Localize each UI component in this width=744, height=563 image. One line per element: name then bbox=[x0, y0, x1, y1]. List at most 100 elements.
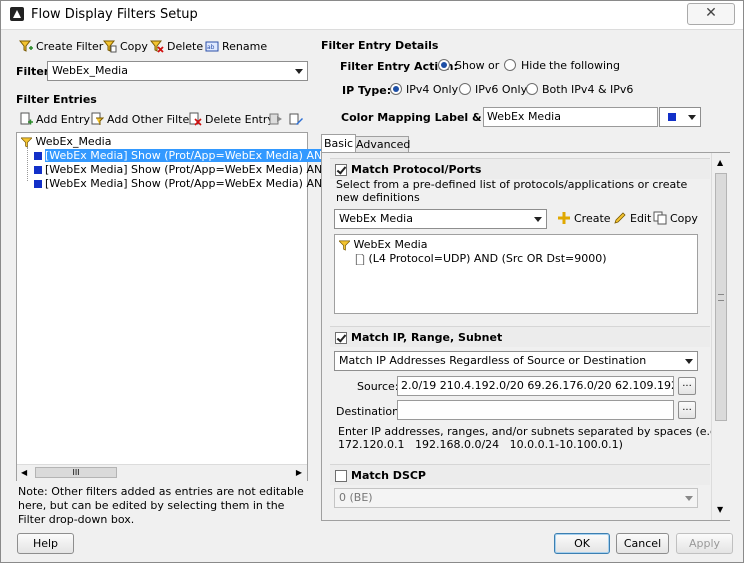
scroll-thumb[interactable]: III bbox=[35, 467, 117, 478]
protocol-tree-child[interactable]: (L4 Protocol=UDP) AND (Src OR Dst=9000) bbox=[355, 252, 607, 265]
edit-protocol-button[interactable]: Edit bbox=[613, 211, 651, 225]
add-entry-icon bbox=[20, 112, 33, 125]
delete-entry-button[interactable]: Delete Entry bbox=[188, 112, 274, 126]
funnel-delete-icon bbox=[150, 40, 164, 53]
color-swatch bbox=[34, 180, 42, 188]
match-ip-checkbox[interactable] bbox=[335, 331, 347, 344]
delete-filter-button[interactable]: Delete bbox=[150, 39, 203, 53]
help-button[interactable]: Help bbox=[17, 533, 74, 554]
chevron-down-icon bbox=[688, 115, 696, 120]
filter-selected-value: WebEx_Media bbox=[52, 64, 128, 77]
filter-entries-tree: WebEx_Media [WebEx Media] Show (Prot/App… bbox=[16, 132, 339, 481]
tree-root-label: WebEx_Media bbox=[35, 135, 112, 148]
destination-browse-button[interactable]: ... bbox=[678, 401, 696, 419]
ip-match-mode-value: Match IP Addresses Regardless of Source … bbox=[339, 354, 647, 367]
chevron-down-icon bbox=[685, 496, 693, 501]
delete-entry-label: Delete Entry bbox=[205, 112, 274, 126]
ipv6-radio[interactable] bbox=[459, 82, 471, 95]
delete-entry-icon bbox=[189, 112, 202, 126]
copy-filter-button[interactable]: Copy bbox=[103, 39, 148, 53]
match-protocol-checkbox[interactable] bbox=[335, 163, 347, 176]
ipv4-radio[interactable] bbox=[390, 82, 402, 95]
create-filter-button[interactable]: Create Filter bbox=[19, 39, 103, 53]
list-item[interactable]: [WebEx Media] Show (Prot/App=WebEx Media… bbox=[34, 149, 339, 162]
funnel-icon bbox=[20, 137, 33, 148]
color-label-input[interactable]: WebEx Media bbox=[483, 107, 658, 127]
chevron-down-icon bbox=[685, 359, 693, 364]
protocol-select[interactable]: WebEx Media bbox=[334, 209, 547, 229]
rename-filter-button[interactable]: ab Rename bbox=[205, 39, 267, 53]
create-protocol-label: Create bbox=[574, 211, 611, 225]
edit-protocol-label: Edit bbox=[630, 211, 652, 225]
color-swatch bbox=[34, 152, 42, 160]
match-ip-title: Match IP, Range, Subnet bbox=[351, 331, 503, 344]
tree-connector bbox=[27, 147, 29, 181]
show-label: Show bbox=[455, 59, 485, 72]
ok-button[interactable]: OK bbox=[554, 533, 610, 554]
ip-help-line-2: 172.120.0.1 192.168.0.0/24 10.0.0.1-10.1… bbox=[338, 438, 623, 451]
move-entry-icon[interactable] bbox=[269, 112, 283, 126]
color-swatch bbox=[34, 166, 42, 174]
or-label: or bbox=[488, 59, 500, 72]
protocol-tree-root[interactable]: WebEx Media bbox=[338, 238, 427, 251]
both-radio[interactable] bbox=[526, 82, 538, 95]
plus-icon bbox=[558, 212, 570, 224]
list-item[interactable]: [WebEx Media] Show (Prot/App=WebEx Media… bbox=[34, 177, 338, 190]
match-protocol-header: Match Protocol/Ports bbox=[330, 158, 710, 179]
create-protocol-button[interactable]: Create bbox=[557, 211, 611, 225]
scroll-down-icon[interactable]: ▼ bbox=[717, 505, 723, 514]
add-entry-label: Add Entry bbox=[36, 112, 91, 126]
scroll-up-icon[interactable]: ▲ bbox=[717, 158, 723, 167]
title-bar: Flow Display Filters Setup ✕ bbox=[1, 1, 743, 30]
entry-text: [WebEx Media] Show (Prot/App=WebEx Media… bbox=[45, 149, 339, 162]
dscp-select[interactable]: 0 (BE) bbox=[334, 488, 698, 508]
add-other-filter-button[interactable]: Add Other Filter bbox=[90, 112, 194, 126]
hide-label: Hide bbox=[521, 59, 547, 72]
copy-icon bbox=[653, 211, 667, 225]
radio-empty-icon bbox=[526, 83, 538, 95]
protocol-tree-child-label: (L4 Protocol=UDP) AND (Src OR Dst=9000) bbox=[368, 252, 607, 265]
scroll-left-icon[interactable]: ◀ bbox=[21, 468, 27, 477]
ip-match-mode-select[interactable]: Match IP Addresses Regardless of Source … bbox=[334, 351, 698, 371]
funnel-icon bbox=[338, 240, 351, 251]
source-browse-button[interactable]: ... bbox=[678, 377, 696, 395]
radio-empty-icon bbox=[504, 59, 516, 71]
dscp-selected-value: 0 (BE) bbox=[339, 491, 373, 504]
source-input[interactable]: 2.0/19 210.4.192.0/20 69.26.176.0/20 62.… bbox=[397, 376, 674, 396]
show-radio[interactable] bbox=[438, 58, 450, 71]
checkbox-empty-icon bbox=[335, 470, 347, 482]
copy-filter-label: Copy bbox=[120, 39, 148, 53]
horizontal-scrollbar[interactable]: ◀ III ▶ bbox=[17, 464, 307, 481]
list-item[interactable]: [WebEx Media] Show (Prot/App=WebEx Media… bbox=[34, 163, 338, 176]
ip-help-line-1: Enter IP addresses, ranges, and/or subne… bbox=[338, 425, 724, 438]
filter-select[interactable]: WebEx_Media bbox=[47, 61, 308, 81]
apply-button[interactable]: Apply bbox=[676, 533, 733, 554]
add-entry-button[interactable]: Add Entry bbox=[19, 112, 90, 126]
tree-root-node[interactable]: WebEx_Media bbox=[20, 135, 112, 148]
rename-icon: ab bbox=[205, 41, 219, 52]
edit-entry-icon[interactable] bbox=[289, 112, 303, 126]
match-protocol-title: Match Protocol/Ports bbox=[351, 163, 482, 176]
hide-radio[interactable] bbox=[504, 58, 516, 71]
pencil-icon bbox=[614, 212, 626, 224]
destination-input[interactable] bbox=[397, 400, 674, 420]
svg-text:ab: ab bbox=[207, 44, 215, 51]
funnel-add-icon bbox=[19, 40, 33, 52]
match-dscp-checkbox[interactable] bbox=[335, 469, 347, 482]
cancel-button[interactable]: Cancel bbox=[616, 533, 669, 554]
copy-protocol-button[interactable]: Copy bbox=[653, 211, 698, 225]
delete-filter-label: Delete bbox=[167, 39, 204, 53]
close-button[interactable]: ✕ bbox=[687, 3, 735, 25]
color-swatch bbox=[668, 113, 676, 121]
scroll-thumb[interactable] bbox=[715, 173, 727, 421]
vertical-scrollbar[interactable]: ▲ ▼ bbox=[711, 153, 730, 520]
color-picker-select[interactable] bbox=[659, 107, 701, 127]
both-label: Both IPv4 & IPv6 bbox=[542, 83, 634, 96]
chevron-down-icon bbox=[534, 217, 542, 222]
tab-advanced[interactable]: Advanced bbox=[355, 136, 410, 153]
protocol-definition-tree: WebEx Media (L4 Protocol=UDP) AND (Src O… bbox=[334, 234, 698, 314]
basic-tab-panel: Match Protocol/Ports Select from a pre-d… bbox=[321, 152, 730, 521]
note-text: Note: Other filters added as entries are… bbox=[18, 485, 304, 526]
scroll-right-icon[interactable]: ▶ bbox=[296, 468, 302, 477]
tab-basic[interactable]: Basic bbox=[321, 134, 356, 153]
